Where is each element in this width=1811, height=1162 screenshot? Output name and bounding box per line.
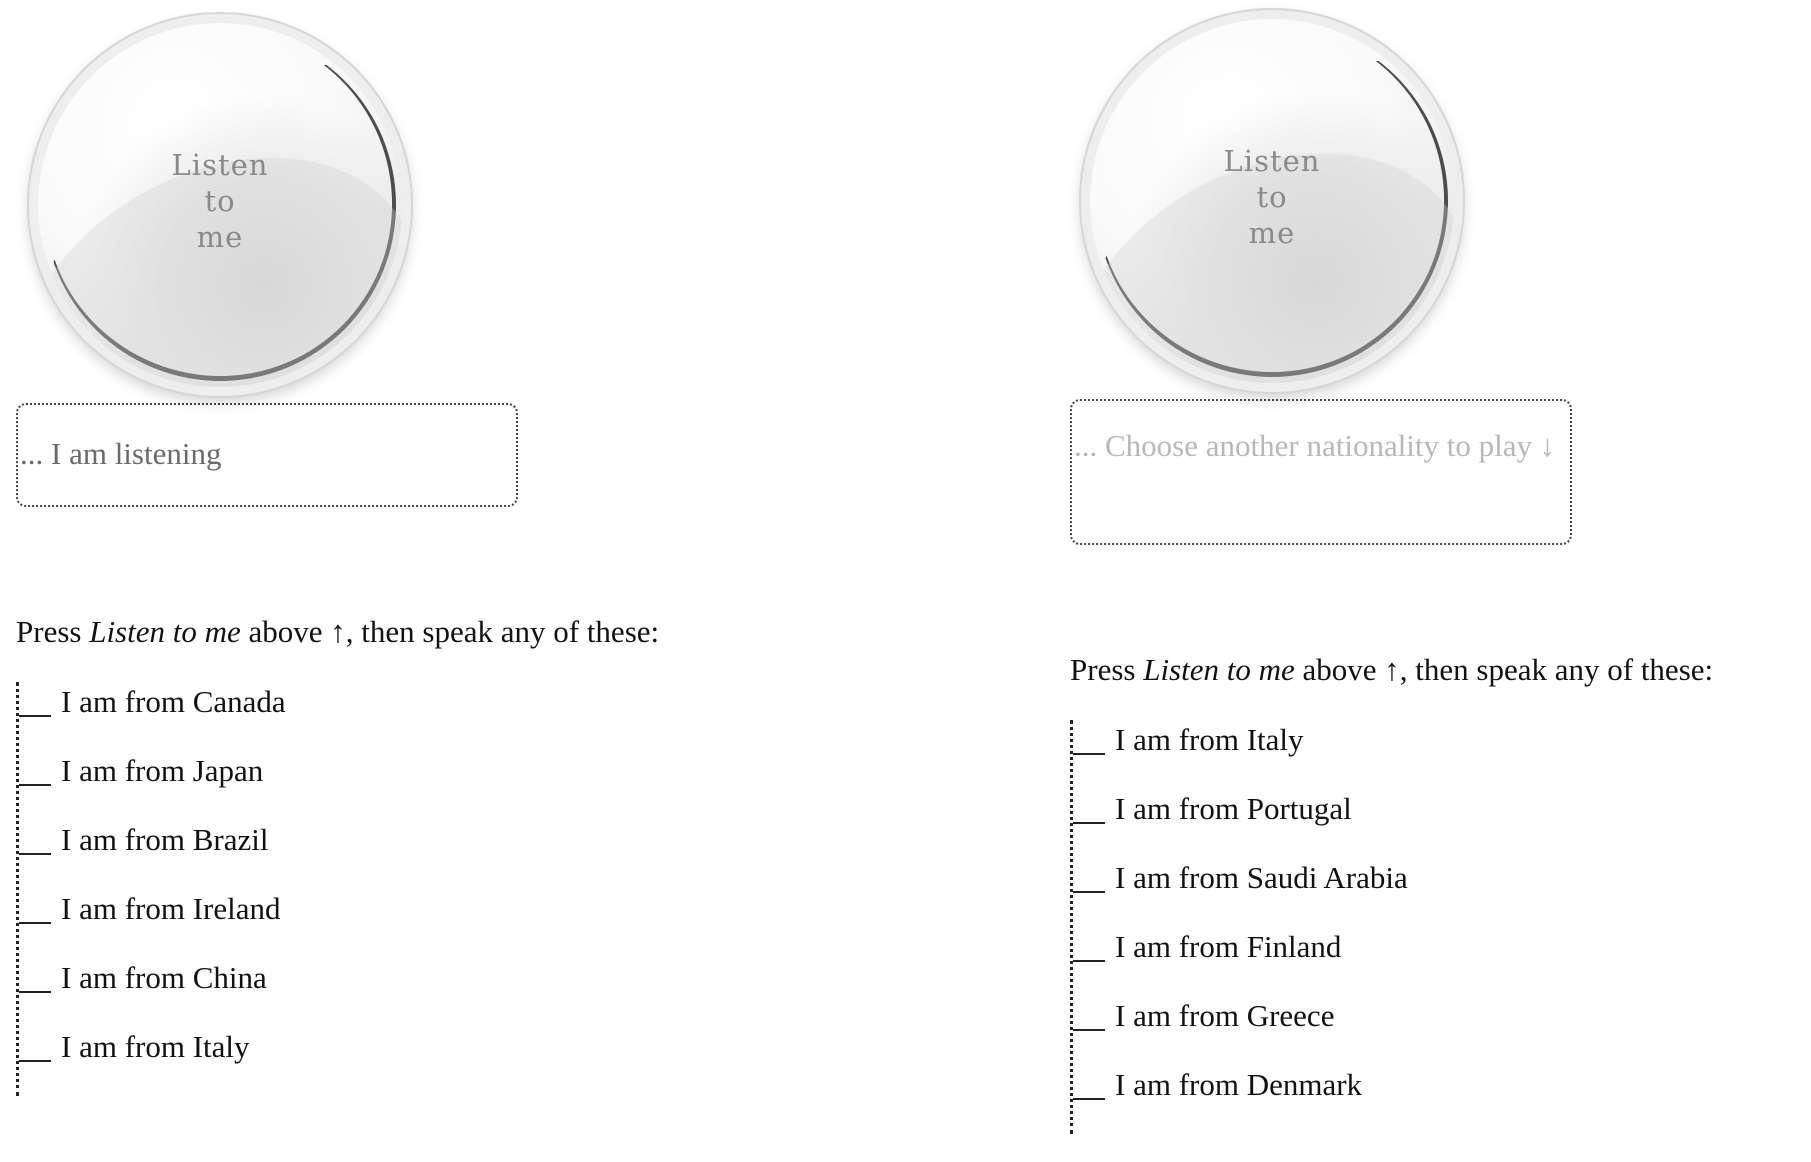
list-connector: [19, 853, 51, 855]
status-box: ... I am listening: [16, 403, 518, 507]
phrase-text: I am from China: [61, 960, 267, 995]
list-connector: [19, 922, 51, 924]
list-item: I am from Ireland: [19, 889, 286, 958]
phrase-text: I am from Greece: [1115, 998, 1335, 1033]
list-item: I am from Denmark: [1073, 1065, 1408, 1134]
listen-button-label: Listen to me: [1223, 144, 1321, 250]
list-item: I am from Greece: [1073, 996, 1408, 1065]
instructions-suffix: above ↑, then speak any of these:: [240, 614, 660, 649]
list-connector: [1073, 1098, 1105, 1100]
phrase-text: I am from Finland: [1115, 929, 1342, 964]
instructions-emphasis: Listen to me: [89, 614, 241, 649]
list-item: I am from Finland: [1073, 927, 1408, 996]
phrase-text: I am from Denmark: [1115, 1067, 1363, 1102]
list-item: I am from Italy: [19, 1027, 286, 1096]
phrase-text: I am from Japan: [61, 753, 264, 788]
list-connector: [1073, 891, 1105, 893]
phrase-list: I am from Canada I am from Japan I am fr…: [16, 682, 286, 1096]
phrase-text: I am from Italy: [1115, 722, 1304, 757]
list-connector: [1073, 960, 1105, 962]
instructions-prefix: Press: [16, 614, 90, 649]
instructions-emphasis: Listen to me: [1143, 652, 1295, 687]
list-item: I am from Saudi Arabia: [1073, 858, 1408, 927]
status-box: ... Choose another nationality to play ↓: [1070, 399, 1572, 545]
list-item: I am from Brazil: [19, 820, 286, 889]
list-connector: [1073, 753, 1105, 755]
list-connector: [19, 715, 51, 717]
listen-to-me-button[interactable]: Listen to me: [38, 23, 402, 387]
phrase-text: I am from Canada: [61, 684, 286, 719]
list-item: I am from Italy: [1073, 720, 1408, 789]
instructions-prefix: Press: [1070, 652, 1144, 687]
left-speech-panel: Listen to me ... I am listening Press Li…: [0, 0, 860, 1162]
list-item: I am from Japan: [19, 751, 286, 820]
instructions-suffix: above ↑, then speak any of these:: [1294, 652, 1714, 687]
listen-to-me-button[interactable]: Listen to me: [1090, 19, 1454, 383]
phrase-text: I am from Portugal: [1115, 791, 1352, 826]
list-item: I am from Portugal: [1073, 789, 1408, 858]
listen-button-label: Listen to me: [171, 148, 269, 254]
list-connector: [1073, 822, 1105, 824]
phrase-text: I am from Ireland: [61, 891, 281, 926]
phrase-text: I am from Saudi Arabia: [1115, 860, 1408, 895]
phrase-text: I am from Italy: [61, 1029, 250, 1064]
list-item: I am from China: [19, 958, 286, 1027]
status-text: ... I am listening: [20, 436, 222, 471]
list-connector: [19, 991, 51, 993]
list-connector: [1073, 1029, 1105, 1031]
list-connector: [19, 1060, 51, 1062]
phrase-text: I am from Brazil: [61, 822, 269, 857]
list-connector: [19, 784, 51, 786]
status-text: ... Choose another nationality to play ↓: [1074, 428, 1556, 463]
instructions-text: Press Listen to me above ↑, then speak a…: [16, 612, 659, 652]
list-item: I am from Canada: [19, 682, 286, 751]
right-speech-panel: Listen to me ... Choose another national…: [1054, 0, 1811, 1162]
instructions-text: Press Listen to me above ↑, then speak a…: [1070, 650, 1713, 690]
phrase-list: I am from Italy I am from Portugal I am …: [1070, 720, 1408, 1134]
